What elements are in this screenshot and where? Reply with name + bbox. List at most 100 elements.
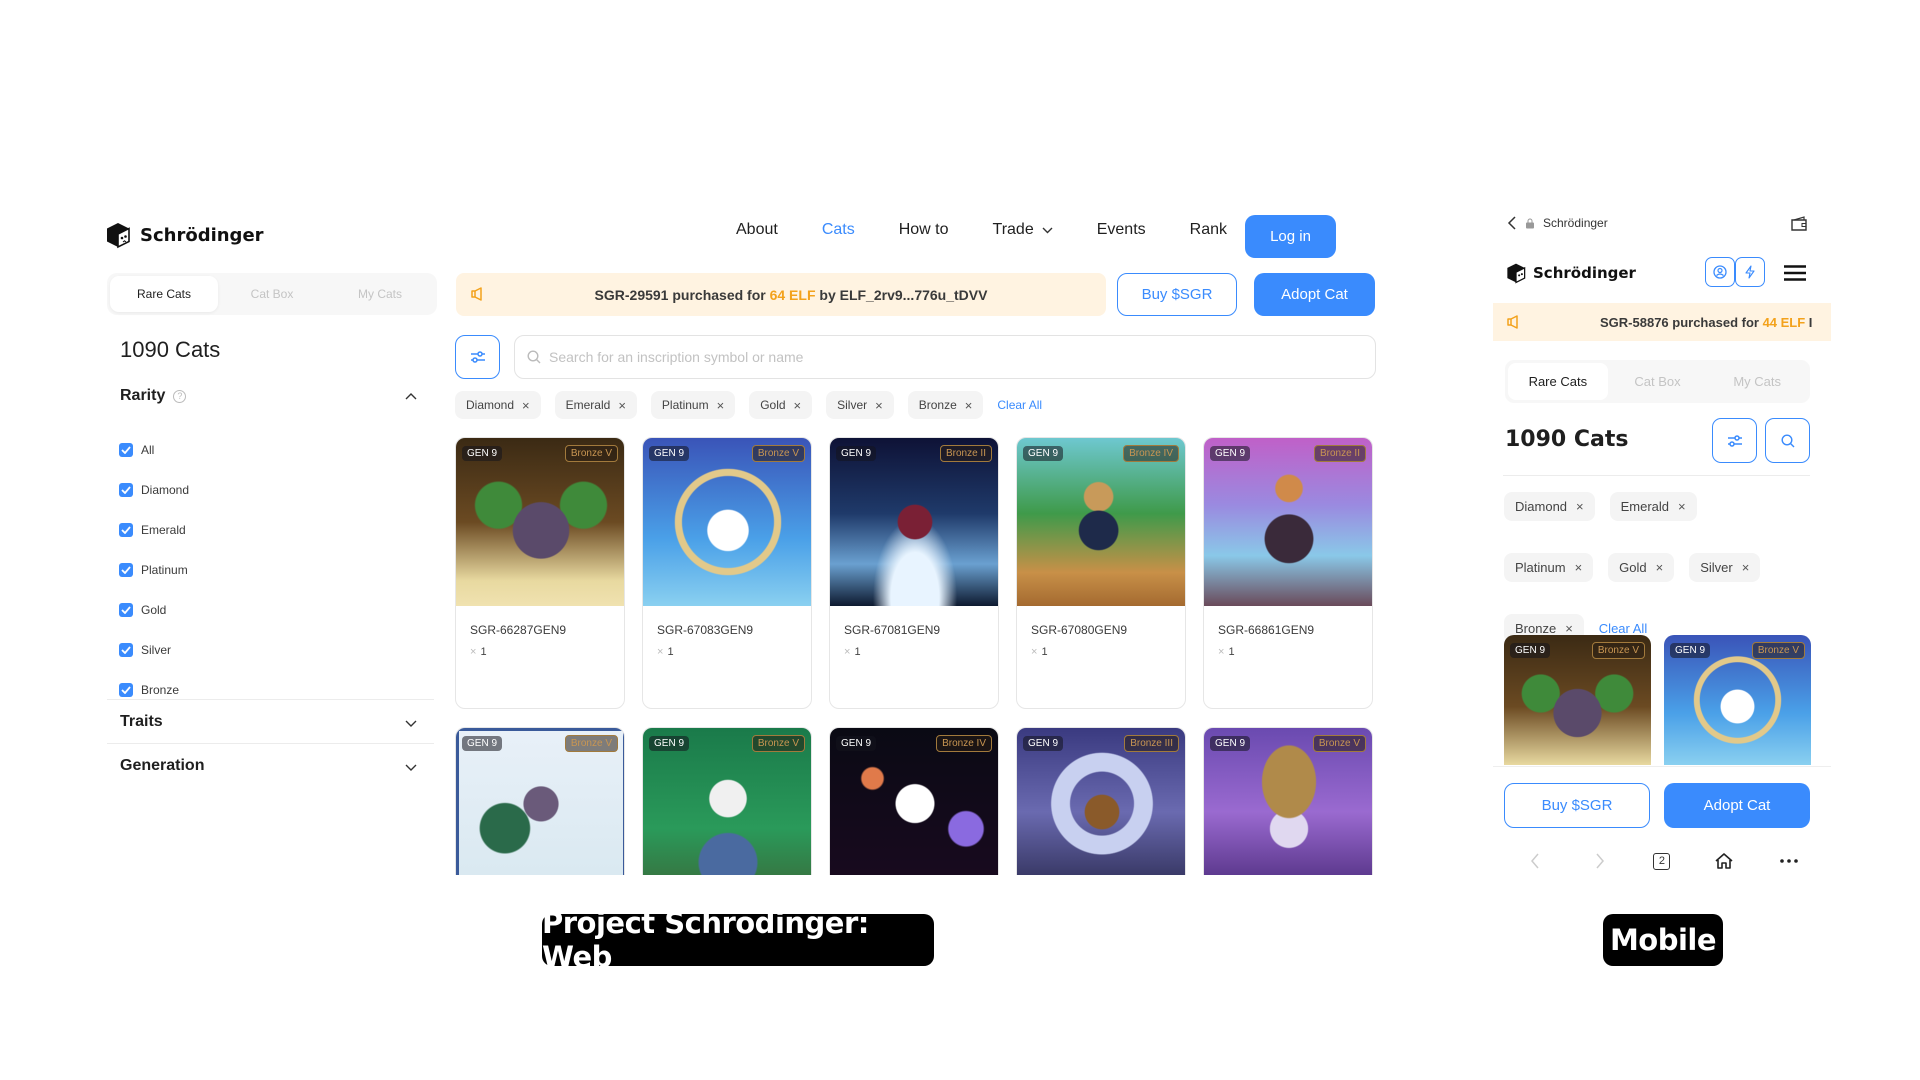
hamburger-menu-icon[interactable] [1783, 265, 1807, 281]
close-icon[interactable]: × [1565, 621, 1573, 636]
back-icon[interactable] [1507, 216, 1517, 230]
filter-chip-platinum: Platinum × [1504, 553, 1594, 582]
browser-back-icon[interactable] [1524, 850, 1546, 872]
search-button[interactable] [1765, 418, 1810, 463]
generation-badge: GEN 9 [836, 736, 877, 751]
filter-toggle-button[interactable] [1712, 418, 1757, 463]
close-icon[interactable]: × [794, 398, 802, 413]
brand-name: Schrödinger [140, 224, 264, 246]
checkbox-silver[interactable]: Silver [119, 630, 189, 670]
chip-label: Bronze [1515, 621, 1557, 636]
account-button[interactable] [1705, 257, 1735, 287]
close-icon[interactable]: × [965, 398, 973, 413]
tab-cat-box[interactable]: Cat Box [218, 276, 326, 312]
cat-quantity: × 1 [1218, 646, 1235, 658]
traits-header[interactable]: Traits [120, 713, 163, 731]
nav-events[interactable]: Events [1097, 221, 1146, 239]
tab-rare-cats[interactable]: Rare Cats [1508, 363, 1608, 400]
lightning-button[interactable] [1735, 257, 1765, 287]
nav-about[interactable]: About [736, 221, 778, 239]
filter-toggle-button[interactable] [455, 335, 500, 379]
buy-sgr-button[interactable]: Buy $SGR [1117, 273, 1237, 316]
cat-card[interactable]: GEN 9 Bronze V [455, 727, 625, 875]
close-icon[interactable]: × [522, 398, 530, 413]
cat-card[interactable]: GEN 9 Bronze V [1203, 727, 1373, 875]
wallet-icon[interactable] [1791, 216, 1809, 232]
tab-rare-cats[interactable]: Rare Cats [110, 276, 218, 312]
close-icon[interactable]: × [717, 398, 725, 413]
quantity-symbol: × [1218, 646, 1225, 658]
brand-logo[interactable]: Schrödinger [1505, 262, 1636, 284]
rarity-header[interactable]: Rarity ? [120, 387, 187, 405]
close-icon[interactable]: × [875, 398, 883, 413]
close-icon[interactable]: × [1678, 499, 1686, 514]
cat-card[interactable]: GEN 9 Bronze II SGR-66861GEN9 × 1 [1203, 437, 1373, 709]
cat-card[interactable]: GEN 9 Bronze V SGR-67083GEN9 × 1 [642, 437, 812, 709]
adopt-cat-button[interactable]: Adopt Cat [1254, 273, 1375, 316]
nav-rank[interactable]: Rank [1190, 221, 1227, 239]
home-icon[interactable] [1713, 850, 1735, 872]
cat-image [643, 438, 811, 606]
quantity-symbol: × [1031, 646, 1038, 658]
cat-image [456, 438, 624, 606]
cat-card[interactable]: GEN 9 Bronze V [1504, 635, 1651, 765]
chevron-up-icon[interactable] [405, 391, 417, 403]
cat-card[interactable]: GEN 9 Bronze II SGR-67081GEN9 × 1 [829, 437, 999, 709]
filter-chip-emerald: Emerald × [1609, 492, 1697, 521]
close-icon[interactable]: × [1576, 499, 1584, 514]
cat-card[interactable]: GEN 9 Bronze IV SGR-67080GEN9 × 1 [1016, 437, 1186, 709]
mobile-screen: Schrödinger Schrödinger SGR-58876 purcha… [1493, 210, 1833, 890]
chevron-down-icon[interactable] [405, 717, 417, 729]
close-icon[interactable]: × [1742, 560, 1750, 575]
brand-logo[interactable]: Schrödinger [104, 221, 264, 249]
rarity-badge: Bronze III [1124, 735, 1179, 752]
generation-badge: GEN 9 [1510, 643, 1551, 658]
generation-badge: GEN 9 [1023, 736, 1064, 751]
collection-tabs: Rare Cats Cat Box My Cats [1505, 360, 1810, 403]
web-screen: Schrödinger About Cats How to Trade Even… [100, 205, 1380, 875]
checkbox-gold[interactable]: Gold [119, 590, 189, 630]
cat-card[interactable]: GEN 9 Bronze III [1016, 727, 1186, 875]
cat-name: SGR-67080GEN9 [1031, 623, 1128, 637]
more-icon[interactable] [1778, 850, 1800, 872]
close-icon[interactable]: × [1575, 560, 1583, 575]
close-icon[interactable]: × [618, 398, 626, 413]
checkbox-platinum[interactable]: Platinum [119, 550, 189, 590]
generation-header[interactable]: Generation [120, 757, 204, 775]
chevron-down-icon[interactable] [405, 761, 417, 773]
clear-all-link[interactable]: Clear All [1599, 621, 1647, 636]
checkbox-emerald[interactable]: Emerald [119, 510, 189, 550]
clear-all-link[interactable]: Clear All [997, 398, 1042, 412]
filter-chip-silver: Silver × [1689, 553, 1761, 582]
login-button[interactable]: Log in [1245, 215, 1336, 258]
tab-cat-box[interactable]: Cat Box [1608, 363, 1708, 400]
cat-card[interactable]: GEN 9 Bronze V [642, 727, 812, 875]
chip-label: Diamond [1515, 499, 1568, 514]
tab-my-cats[interactable]: My Cats [1707, 363, 1807, 400]
nav-rank-label: Rank [1189, 221, 1227, 238]
checkbox-label: Platinum [141, 563, 188, 577]
cat-card[interactable]: GEN 9 Bronze V SGR-66287GEN9 × 1 [455, 437, 625, 709]
nav-how-to[interactable]: How to [899, 221, 949, 239]
browser-title: Schrödinger [1543, 216, 1608, 230]
quantity-value: 1 [1228, 646, 1235, 658]
adopt-cat-button[interactable]: Adopt Cat [1664, 783, 1810, 828]
nav-cats[interactable]: Cats [822, 221, 855, 239]
traits-title: Traits [120, 713, 163, 730]
browser-tabs-icon[interactable]: 2 [1653, 852, 1671, 870]
quantity-value: 1 [1041, 646, 1048, 658]
cat-card[interactable]: GEN 9 Bronze V [1664, 635, 1811, 765]
help-icon[interactable]: ? [173, 389, 187, 403]
close-icon[interactable]: × [1656, 560, 1664, 575]
cat-card[interactable]: GEN 9 Bronze IV [829, 727, 999, 875]
cat-grid: GEN 9 Bronze V GEN 9 Bronze V [1504, 635, 1811, 765]
search-input[interactable] [549, 349, 1349, 365]
tab-my-cats[interactable]: My Cats [326, 276, 434, 312]
buy-sgr-button[interactable]: Buy $SGR [1504, 783, 1650, 828]
quantity-value: 1 [854, 646, 861, 658]
checkbox-diamond[interactable]: Diamond [119, 470, 189, 510]
checkbox-all[interactable]: All [119, 430, 189, 470]
browser-forward-icon[interactable] [1589, 850, 1611, 872]
checkbox-bronze[interactable]: Bronze [119, 670, 189, 710]
nav-trade[interactable]: Trade [993, 221, 1053, 239]
